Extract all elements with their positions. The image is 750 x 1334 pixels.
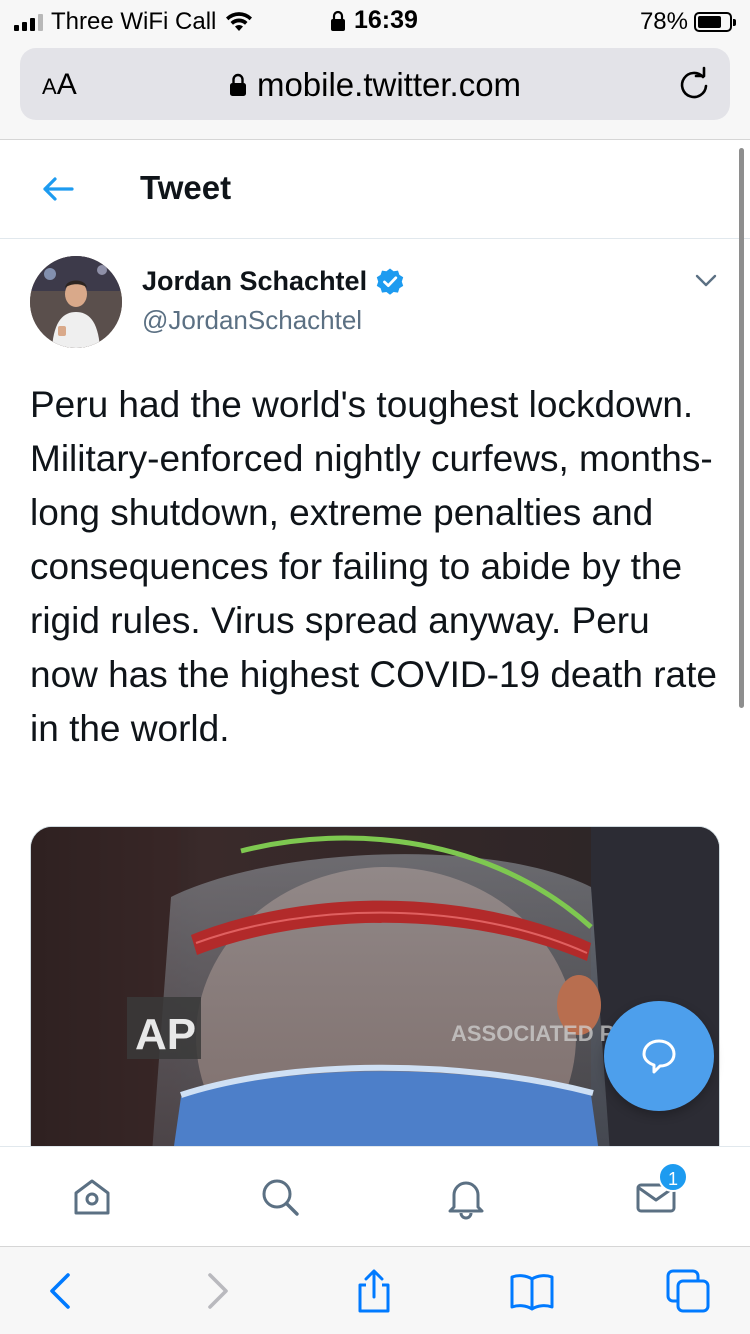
tabs-icon[interactable] <box>664 1267 712 1315</box>
tweet-text: Peru had the world's toughest lockdown. … <box>30 384 717 749</box>
notifications-icon[interactable] <box>442 1173 490 1221</box>
forward-chevron-icon[interactable] <box>192 1267 240 1315</box>
battery-group: 78% <box>639 8 736 36</box>
author-name[interactable]: Jordan Schachtel <box>142 266 405 297</box>
tweet-header: Tweet <box>0 141 750 239</box>
clock: 16:39 <box>354 6 418 34</box>
ap-watermark: AP <box>135 1010 196 1059</box>
tweet-media[interactable]: AP ASSOCIATED PRESS <box>30 826 720 1166</box>
battery-percent: 78% <box>639 8 688 35</box>
search-icon[interactable] <box>256 1173 304 1221</box>
url-display[interactable]: mobile.twitter.com <box>20 66 730 104</box>
clock-group: 16:39 <box>330 6 418 35</box>
bookmarks-icon[interactable] <box>508 1267 556 1315</box>
verified-badge-icon <box>376 268 404 295</box>
safari-toolbar <box>0 1246 750 1334</box>
status-bar: Three WiFi Call 16:39 78% <box>0 0 750 40</box>
chat-bubble-icon <box>642 1039 676 1074</box>
reply-fab-button[interactable] <box>604 1001 714 1111</box>
wifi-icon <box>226 12 253 31</box>
author-name-text: Jordan Schachtel <box>142 266 368 296</box>
url-text: mobile.twitter.com <box>256 66 522 103</box>
browser-address-bar: AA mobile.twitter.com <box>0 40 750 140</box>
carrier-label: Three WiFi Call <box>51 8 217 35</box>
url-field[interactable]: AA mobile.twitter.com <box>20 48 730 120</box>
avatar-image <box>30 256 122 348</box>
scrollbar[interactable] <box>739 148 744 708</box>
back-arrow-icon[interactable] <box>38 169 78 209</box>
avatar[interactable] <box>30 256 122 348</box>
carrier-group: Three WiFi Call <box>14 8 254 36</box>
share-icon[interactable] <box>350 1267 398 1315</box>
back-chevron-icon[interactable] <box>38 1267 86 1315</box>
page-title: Tweet <box>140 169 232 206</box>
media-image: AP ASSOCIATED PRESS <box>31 827 719 1165</box>
reload-icon[interactable] <box>676 66 712 102</box>
chevron-down-icon[interactable] <box>692 266 720 294</box>
lock-icon <box>229 73 246 96</box>
messages-badge: 1 <box>658 1162 688 1192</box>
twitter-bottom-nav <box>0 1146 750 1246</box>
signal-icon <box>14 13 43 31</box>
author-handle[interactable]: @JordanSchachtel <box>142 305 362 336</box>
lock-icon <box>331 10 345 31</box>
battery-icon <box>694 12 736 32</box>
home-icon[interactable] <box>68 1173 116 1221</box>
